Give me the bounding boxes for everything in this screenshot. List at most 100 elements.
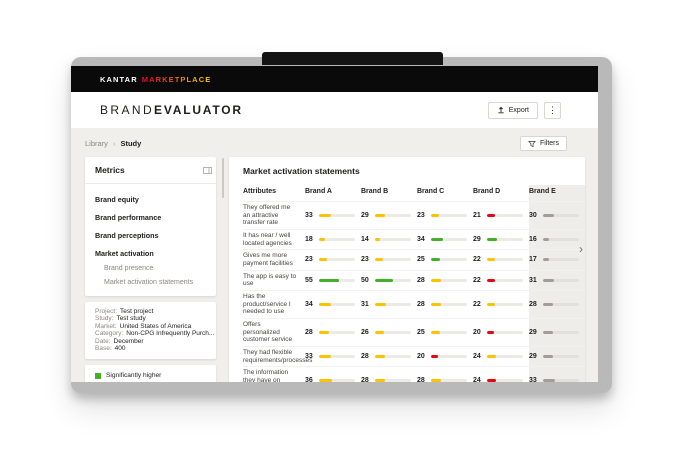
brand-value-cell: 22	[473, 249, 529, 269]
value-number: 25	[417, 256, 428, 263]
value-bar-track	[543, 355, 579, 358]
sidebar-item-brand-equity[interactable]: Brand equity	[95, 195, 206, 204]
value-bar-fill	[375, 279, 393, 282]
value-number: 55	[305, 277, 316, 284]
filters-label: Filters	[540, 140, 559, 147]
value-bar-fill	[431, 214, 439, 217]
brand-value-cell: 33	[305, 346, 361, 366]
value-number: 22	[473, 256, 484, 263]
study-info-label: Category:	[95, 330, 123, 337]
value-bar-track	[543, 214, 579, 217]
sidebar-item-brand-presence[interactable]: Brand presence	[95, 265, 206, 272]
value-number: 34	[417, 236, 428, 243]
study-info-row: Project:Test project	[95, 308, 206, 315]
value-bar-track	[375, 279, 411, 282]
brand-value-cell: 18	[305, 229, 361, 249]
attribute-label: Offers personalized customer service	[243, 318, 305, 346]
brand-value-cell: 29	[529, 318, 585, 346]
brand-value-cell: 36	[305, 366, 361, 382]
page-title: BRANDEVALUATOR	[100, 103, 243, 117]
legend-items: Significantly higherNo significant diffe…	[95, 372, 206, 382]
scroll-right-chevron-icon[interactable]: ›	[579, 243, 583, 255]
scrollbar-thumb[interactable]	[222, 158, 224, 198]
value-bar-track	[487, 258, 523, 261]
attribute-label: They offered me an attractive transfer r…	[243, 201, 305, 229]
value-number: 23	[361, 256, 372, 263]
value-bar-fill	[487, 279, 495, 282]
brand-value-cell: 20	[473, 318, 529, 346]
column-header-brand-b: Brand B	[361, 185, 417, 201]
brand-value-cell: 23	[361, 249, 417, 269]
brand-value-cell: 28	[361, 366, 417, 382]
kebab-icon: ⋮	[548, 106, 557, 115]
value-bar-fill	[319, 238, 325, 241]
value-number: 22	[473, 277, 484, 284]
value-bar-fill	[543, 331, 553, 334]
value-number: 33	[529, 377, 540, 382]
study-info-label: Project:	[95, 308, 117, 315]
value-bar-fill	[319, 303, 331, 306]
brand-value-cell: 31	[529, 270, 585, 290]
brand-value-cell: 55	[305, 270, 361, 290]
sidebar-item-brand-perceptions[interactable]: Brand perceptions	[95, 231, 206, 240]
filters-button[interactable]: Filters	[520, 136, 567, 151]
study-info-row: Market:United States of America	[95, 323, 206, 330]
value-bar-fill	[487, 331, 494, 334]
more-options-button[interactable]: ⋮	[544, 102, 561, 119]
app-header-bar: KANTAR MARKETPLACE	[71, 66, 598, 92]
brand-value-cell: 34	[305, 290, 361, 318]
value-bar-track	[431, 279, 467, 282]
value-bar-fill	[543, 238, 549, 241]
value-number: 20	[473, 329, 484, 336]
value-bar-track	[543, 238, 579, 241]
brand-value-cell: 28	[529, 290, 585, 318]
value-bar-track	[487, 331, 523, 334]
value-bar-fill	[487, 238, 497, 241]
value-number: 29	[361, 212, 372, 219]
value-bar-fill	[375, 214, 385, 217]
value-number: 21	[473, 212, 484, 219]
value-number: 28	[305, 329, 316, 336]
value-bar-track	[431, 258, 467, 261]
brand-value-cell: 22	[473, 290, 529, 318]
value-bar-fill	[431, 258, 440, 261]
filter-funnel-icon	[528, 140, 536, 148]
value-bar-fill	[543, 214, 554, 217]
export-button[interactable]: Export	[488, 102, 538, 119]
value-number: 28	[417, 377, 428, 382]
column-header-attributes: Attributes	[243, 185, 305, 201]
value-number: 28	[529, 301, 540, 308]
value-bar-track	[543, 331, 579, 334]
breadcrumb-library[interactable]: Library	[85, 139, 108, 148]
brand-value-cell: 21	[473, 201, 529, 229]
study-info-panel: Project:Test projectStudy:Test studyMark…	[85, 302, 216, 359]
value-bar-fill	[487, 303, 495, 306]
value-bar-track	[319, 355, 355, 358]
sidebar-item-market-activation-statements[interactable]: Market activation statements	[95, 279, 206, 286]
value-bar-track	[319, 331, 355, 334]
value-number: 20	[417, 353, 428, 360]
value-number: 33	[305, 353, 316, 360]
value-bar-fill	[487, 355, 496, 358]
brand-value-cell: 29	[529, 346, 585, 366]
collapse-panel-icon[interactable]	[203, 161, 212, 179]
study-info-value: December	[114, 338, 144, 345]
metrics-panel: Metrics Brand equity Brand performance Bra…	[85, 157, 216, 296]
value-bar-fill	[431, 331, 440, 334]
window-top-tab	[262, 52, 443, 65]
value-bar-fill	[375, 379, 385, 382]
metrics-panel-title: Metrics	[85, 165, 216, 184]
value-bar-track	[543, 303, 579, 306]
brand-value-cell: 33	[529, 366, 585, 382]
sidebar-item-market-activation[interactable]: Market activation	[95, 249, 206, 258]
value-number: 28	[417, 301, 428, 308]
value-bar-fill	[543, 258, 549, 261]
value-bar-fill	[431, 379, 441, 382]
column-header-brand-d: Brand D	[473, 185, 529, 201]
brand-value-cell: 14	[361, 229, 417, 249]
legend-label: Significantly higher	[106, 372, 161, 379]
value-number: 29	[529, 353, 540, 360]
sidebar-item-brand-performance[interactable]: Brand performance	[95, 213, 206, 222]
study-info-label: Base:	[95, 345, 112, 352]
content-area: Library › Study Filters	[71, 128, 598, 382]
